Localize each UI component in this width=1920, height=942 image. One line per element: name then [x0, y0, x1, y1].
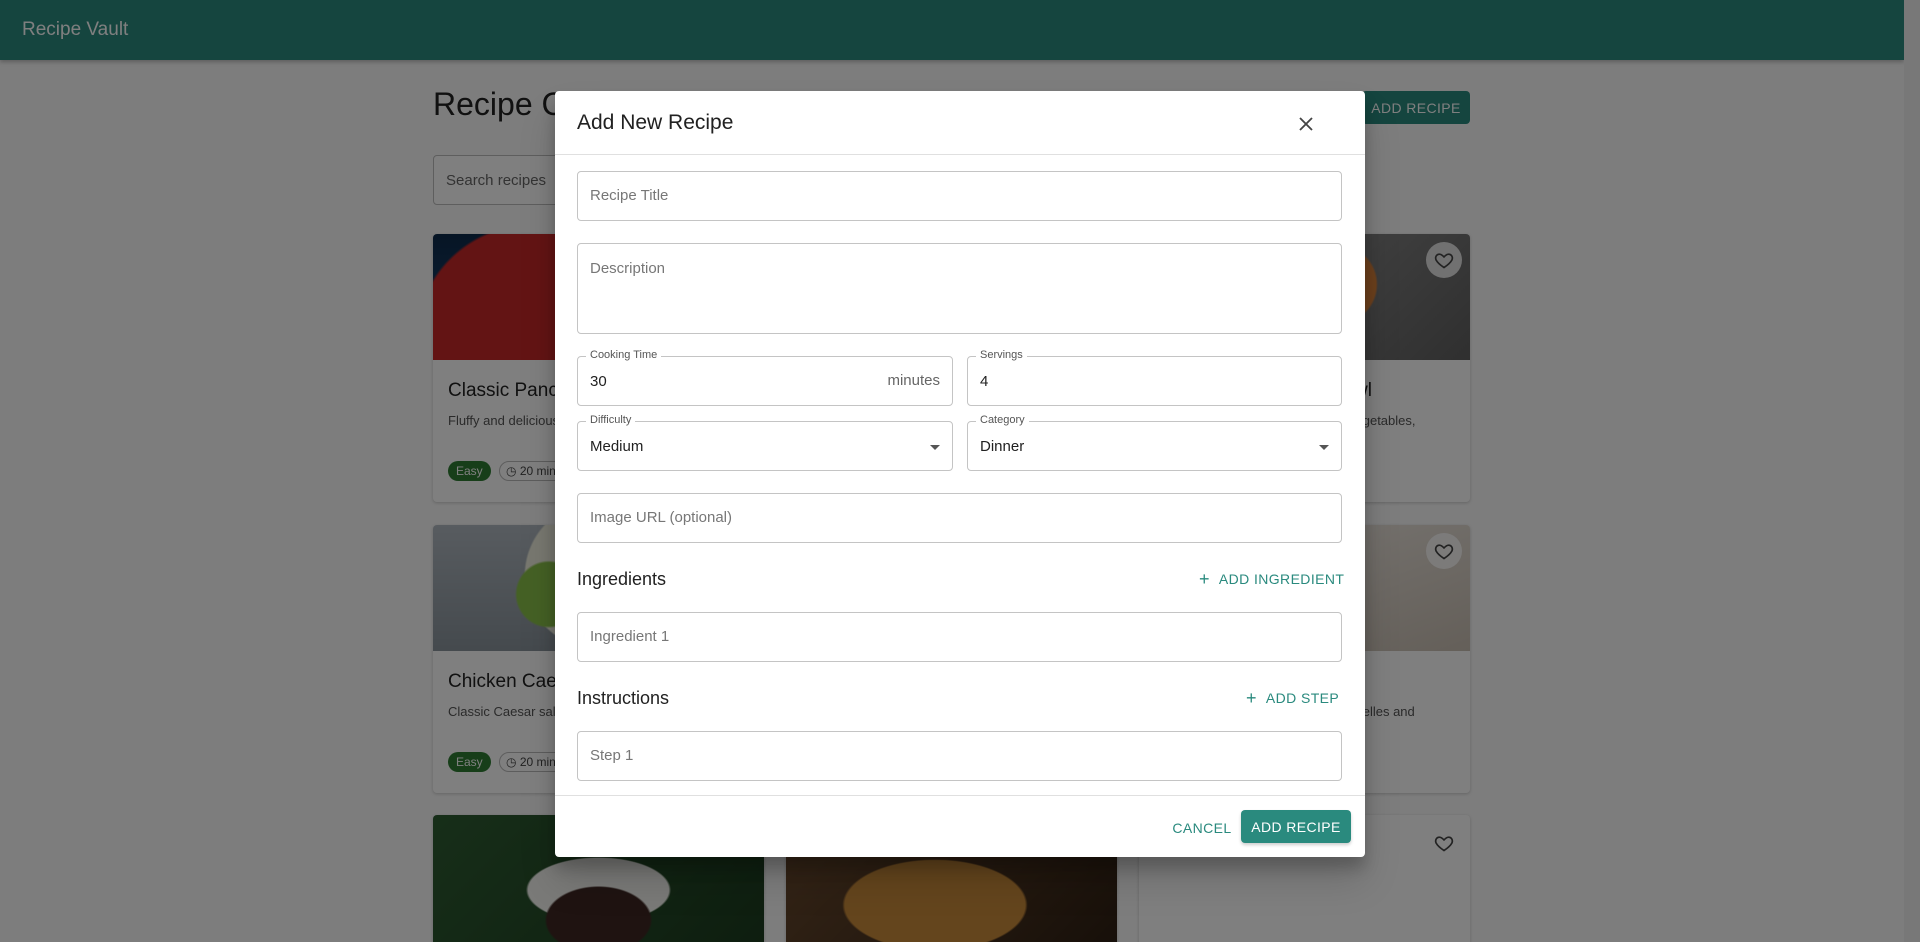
difficulty-value: Medium	[590, 438, 644, 455]
add-step-button[interactable]: + ADD STEP	[1246, 688, 1340, 708]
plus-icon: +	[1199, 569, 1210, 589]
plus-icon: +	[1246, 688, 1257, 708]
close-icon	[1299, 117, 1313, 131]
ingredients-heading: Ingredients	[577, 569, 667, 589]
add-ingredient-label: ADD INGREDIENT	[1218, 571, 1345, 587]
step-placeholder: Step 1	[590, 747, 634, 764]
recipe-title-placeholder: Recipe Title	[590, 187, 669, 204]
submit-recipe-button[interactable]: ADD RECIPE	[1241, 810, 1351, 843]
description-field[interactable]: Description	[577, 243, 1342, 334]
cooking-time-field[interactable]: Cooking Time 30 minutes	[577, 349, 953, 406]
description-placeholder: Description	[590, 260, 666, 277]
cooking-time-value: 30	[590, 373, 607, 390]
add-step-label: ADD STEP	[1265, 690, 1340, 706]
step-field[interactable]: Step 1	[577, 731, 1342, 781]
difficulty-select[interactable]: Difficulty Medium	[577, 414, 953, 471]
category-select[interactable]: Category Dinner	[967, 414, 1342, 471]
dialog-header: Add New Recipe	[555, 91, 1365, 155]
cancel-button[interactable]: CANCEL	[1166, 812, 1238, 844]
add-recipe-dialog: Add New Recipe Recipe Title Description …	[555, 91, 1365, 857]
ingredient-field[interactable]: Ingredient 1	[577, 612, 1342, 662]
caret-down-icon	[1319, 445, 1329, 450]
image-url-field[interactable]: Image URL (optional)	[577, 493, 1342, 543]
difficulty-label: Difficulty	[586, 414, 636, 426]
close-button[interactable]	[1288, 106, 1324, 142]
ingredient-placeholder: Ingredient 1	[590, 628, 670, 645]
recipe-title-field[interactable]: Recipe Title	[577, 171, 1342, 221]
category-value: Dinner	[980, 438, 1025, 455]
add-ingredient-button[interactable]: + ADD INGREDIENT	[1199, 569, 1345, 589]
servings-label: Servings	[976, 349, 1027, 361]
category-label: Category	[976, 414, 1029, 426]
servings-value: 4	[980, 373, 989, 390]
cooking-time-label: Cooking Time	[586, 349, 662, 361]
dialog-footer: CANCEL ADD RECIPE	[555, 795, 1365, 857]
dialog-title: Add New Recipe	[577, 111, 734, 134]
servings-field[interactable]: Servings 4	[967, 349, 1342, 406]
image-url-placeholder: Image URL (optional)	[590, 509, 733, 526]
cooking-time-unit: minutes	[887, 372, 940, 389]
instructions-heading: Instructions	[577, 688, 670, 708]
caret-down-icon	[930, 445, 940, 450]
